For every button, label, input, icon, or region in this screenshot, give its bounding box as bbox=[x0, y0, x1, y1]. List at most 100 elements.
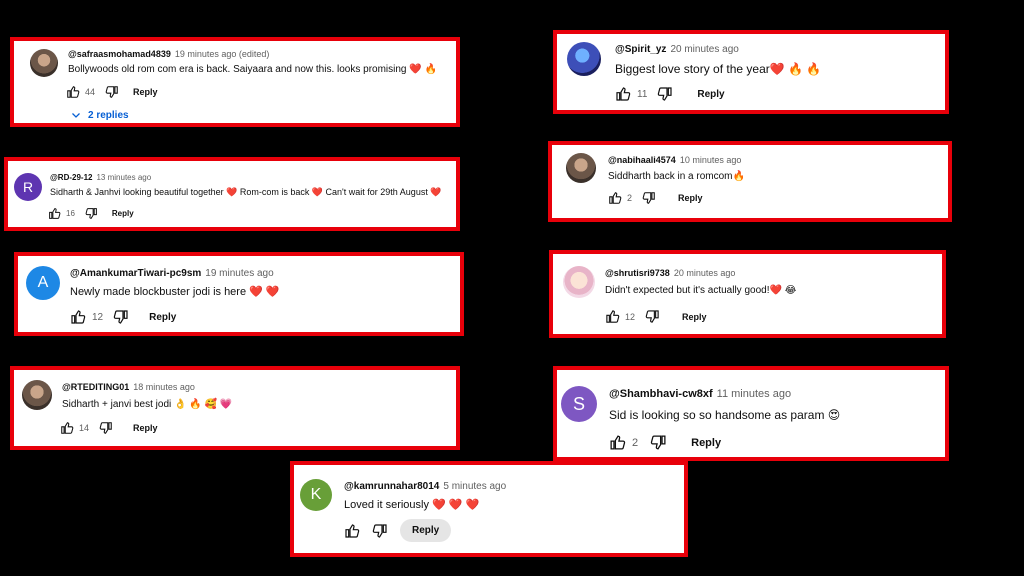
avatar[interactable] bbox=[563, 266, 595, 298]
avatar[interactable] bbox=[567, 42, 601, 76]
comment-card: R @RD-29-12 13 minutes ago Sidharth & Jan… bbox=[4, 157, 460, 231]
dislike-button[interactable] bbox=[113, 309, 129, 325]
comment-actions: 12 Reply bbox=[70, 309, 176, 325]
like-button[interactable] bbox=[48, 207, 61, 220]
comment-timestamp[interactable]: 5 minutes ago bbox=[443, 481, 506, 492]
reply-button[interactable]: Reply bbox=[133, 87, 158, 97]
comment-actions: 16 Reply bbox=[48, 207, 134, 220]
comment-timestamp[interactable]: 20 minutes ago bbox=[674, 268, 736, 278]
avatar-letter: K bbox=[310, 486, 322, 503]
comment-card: K @kamrunnahar8014 5 minutes ago Loved it… bbox=[290, 461, 688, 557]
avatar[interactable] bbox=[566, 153, 596, 183]
comment-author: @Shambhavi-cw8xf 11 minutes ago bbox=[609, 388, 791, 400]
comment-card: @safraasmohamad4839 19 minutes ago (edite… bbox=[10, 37, 460, 127]
comment-timestamp[interactable]: 10 minutes ago bbox=[680, 155, 742, 165]
like-button[interactable] bbox=[605, 309, 620, 324]
reply-button[interactable]: Reply bbox=[400, 519, 452, 542]
avatar[interactable]: A bbox=[26, 266, 60, 300]
author-handle[interactable]: @Spirit_yz bbox=[615, 44, 666, 55]
like-count: 12 bbox=[625, 311, 636, 322]
thumb-down-icon bbox=[650, 435, 666, 450]
comment-actions: 2 Reply bbox=[609, 434, 721, 451]
thumb-up-icon bbox=[49, 208, 61, 219]
author-handle[interactable]: @kamrunnahar8014 bbox=[344, 481, 439, 492]
comment-author: @RD-29-12 13 minutes ago bbox=[50, 173, 151, 182]
comment-text: Didn't expected but it's actually good!❤… bbox=[605, 285, 797, 296]
dislike-button[interactable] bbox=[642, 191, 656, 205]
dislike-button[interactable] bbox=[645, 309, 660, 324]
like-count: 2 bbox=[632, 436, 639, 449]
like-count: 14 bbox=[79, 423, 90, 433]
comment-text: Siddharth back in a romcom🔥 bbox=[608, 171, 745, 182]
comment-card: @RTEDITING01 18 minutes ago Sidharth + ja… bbox=[10, 366, 460, 450]
reply-button[interactable]: Reply bbox=[112, 209, 134, 218]
like-button[interactable] bbox=[608, 191, 622, 205]
comment-timestamp[interactable]: 13 minutes ago bbox=[96, 173, 151, 182]
thumb-up-icon bbox=[61, 422, 74, 434]
like-button[interactable] bbox=[615, 86, 631, 102]
comment-text: Sidharth + janvi best jodi 👌 🔥 🥰 💗 bbox=[62, 399, 233, 410]
comment-card: @nabihaali4574 10 minutes ago Siddharth b… bbox=[548, 141, 952, 222]
view-replies-button[interactable]: 2 replies bbox=[70, 109, 129, 121]
like-button[interactable] bbox=[344, 523, 360, 539]
dislike-button[interactable] bbox=[372, 523, 388, 539]
reply-button[interactable]: Reply bbox=[149, 312, 176, 323]
comment-author: @nabihaali4574 10 minutes ago bbox=[608, 155, 741, 165]
thumb-up-icon bbox=[606, 310, 620, 323]
reply-button[interactable]: Reply bbox=[678, 193, 703, 203]
comment-author: @safraasmohamad4839 19 minutes ago (edite… bbox=[68, 49, 269, 59]
comment-author: @Spirit_yz 20 minutes ago bbox=[615, 44, 739, 55]
author-handle[interactable]: @RTEDITING01 bbox=[62, 382, 129, 392]
avatar[interactable] bbox=[22, 380, 52, 410]
reply-button[interactable]: Reply bbox=[697, 89, 724, 100]
avatar[interactable]: R bbox=[14, 173, 42, 201]
reply-button[interactable]: Reply bbox=[682, 312, 707, 322]
dislike-button[interactable] bbox=[105, 85, 119, 99]
author-handle[interactable]: @Shambhavi-cw8xf bbox=[609, 388, 713, 400]
comment-timestamp[interactable]: 18 minutes ago bbox=[133, 382, 195, 392]
like-button[interactable] bbox=[70, 309, 86, 325]
comment-text: Newly made blockbuster jodi is here ❤️ ❤… bbox=[70, 286, 280, 298]
avatar-letter: R bbox=[22, 179, 34, 195]
like-button[interactable] bbox=[66, 85, 80, 99]
comment-actions: 11 Reply bbox=[615, 86, 725, 102]
comment-card: S @Shambhavi-cw8xf 11 minutes ago Sid is … bbox=[553, 366, 949, 461]
dislike-button[interactable] bbox=[99, 421, 113, 435]
author-handle[interactable]: @RD-29-12 bbox=[50, 173, 92, 182]
author-handle[interactable]: @shrutisri9738 bbox=[605, 268, 670, 278]
comment-text: Sidharth & Janhvi looking beautiful toge… bbox=[50, 187, 442, 197]
author-handle[interactable]: @safraasmohamad4839 bbox=[68, 49, 171, 59]
like-button[interactable] bbox=[609, 434, 626, 451]
comment-timestamp[interactable]: 11 minutes ago bbox=[717, 388, 791, 400]
thumb-up-icon bbox=[609, 192, 622, 204]
author-handle[interactable]: @nabihaali4574 bbox=[608, 155, 676, 165]
dislike-button[interactable] bbox=[85, 207, 98, 220]
comment-timestamp[interactable]: 19 minutes ago bbox=[205, 268, 273, 279]
thumb-down-icon bbox=[642, 192, 655, 204]
reply-button[interactable]: Reply bbox=[133, 423, 158, 433]
comment-actions: 44 Reply bbox=[66, 85, 158, 99]
thumb-down-icon bbox=[99, 422, 112, 434]
avatar[interactable]: K bbox=[300, 479, 332, 511]
comment-card: @Spirit_yz 20 minutes ago Biggest love st… bbox=[553, 30, 949, 114]
chevron-down-icon bbox=[72, 113, 80, 118]
dislike-button[interactable] bbox=[650, 434, 667, 451]
comment-timestamp[interactable]: 20 minutes ago bbox=[670, 44, 738, 55]
like-count: 44 bbox=[85, 87, 96, 97]
avatar-letter: S bbox=[572, 393, 585, 414]
replies-count: 2 replies bbox=[88, 109, 129, 121]
avatar[interactable] bbox=[30, 49, 58, 77]
comment-actions: 2 Reply bbox=[608, 191, 703, 205]
comment-text: Bollywoods old rom com era is back. Saiy… bbox=[68, 64, 437, 75]
reply-button[interactable]: Reply bbox=[691, 437, 721, 449]
like-count: 11 bbox=[637, 88, 648, 100]
dislike-button[interactable] bbox=[657, 86, 673, 102]
comment-timestamp[interactable]: 19 minutes ago (edited) bbox=[175, 49, 270, 59]
thumb-up-icon bbox=[610, 435, 626, 450]
author-handle[interactable]: @AmankumarTiwari-pc9sm bbox=[70, 268, 201, 279]
like-button[interactable] bbox=[60, 421, 74, 435]
avatar[interactable]: S bbox=[561, 386, 597, 422]
thumb-down-icon bbox=[372, 523, 387, 538]
like-count: 2 bbox=[627, 193, 633, 203]
thumb-up-icon bbox=[71, 310, 86, 324]
